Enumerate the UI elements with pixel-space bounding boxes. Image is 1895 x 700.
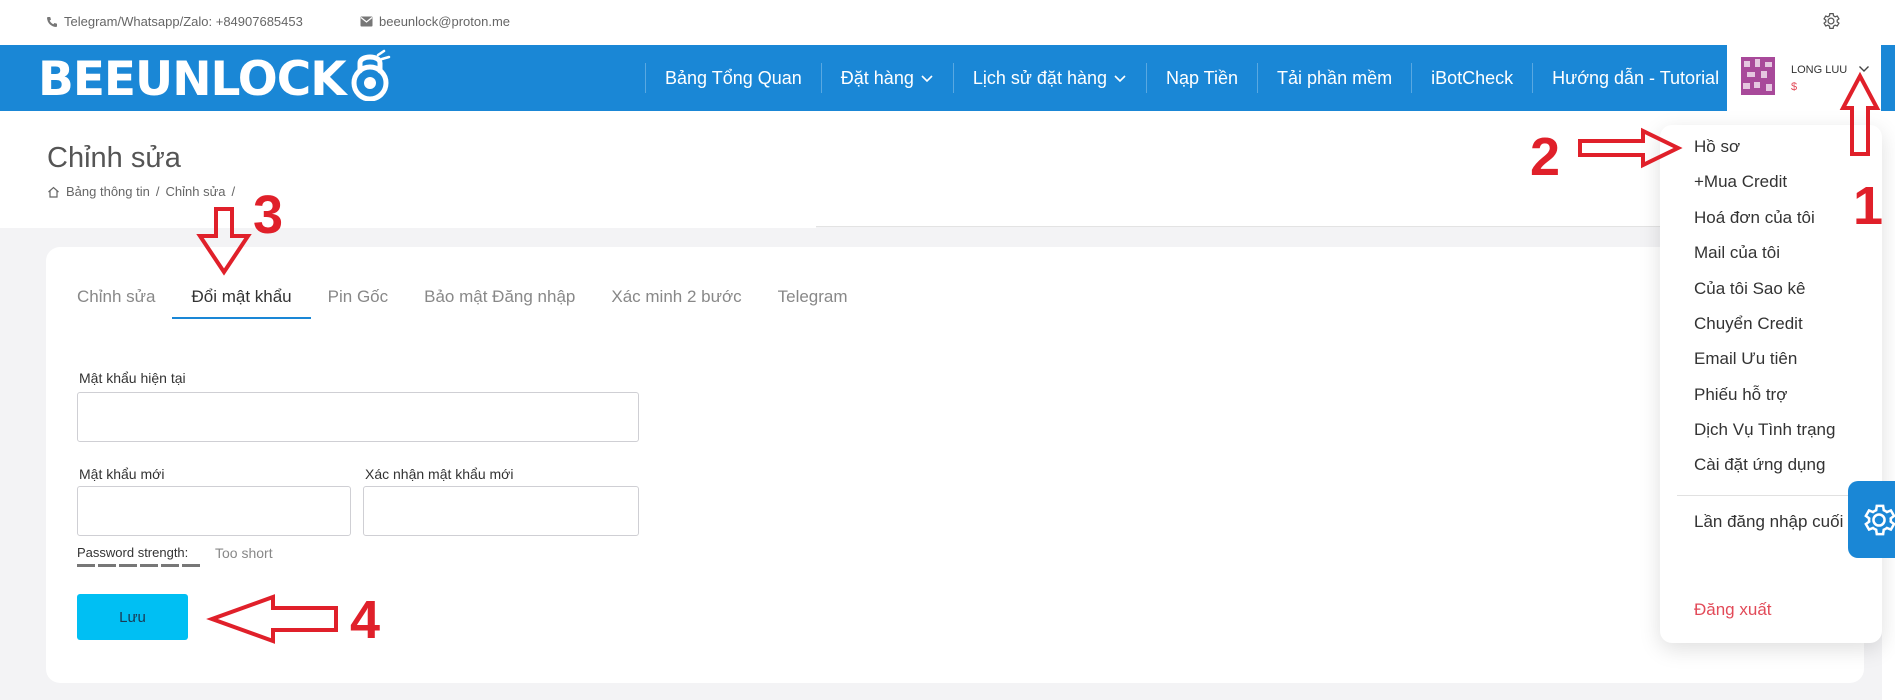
save-button[interactable]: Lưu	[77, 594, 188, 640]
nav-tutorial[interactable]: Hướng dẫn - Tutorial	[1532, 63, 1738, 93]
nav-top-up[interactable]: Nạp Tiền	[1145, 63, 1257, 93]
user-dropdown-menu	[1660, 125, 1882, 643]
menu-profile[interactable]: Hồ sơ	[1694, 137, 1740, 157]
nav-ibotcheck-label: iBotCheck	[1431, 67, 1514, 88]
nav-orders-label: Đặt hàng	[840, 67, 914, 88]
password-strength-meter	[77, 564, 200, 567]
page-right-edge	[1882, 111, 1895, 700]
menu-support-tickets[interactable]: Phiếu hỗ trợ	[1694, 385, 1787, 405]
tab-change-password[interactable]: Đổi mật khẩu	[172, 283, 311, 319]
chevron-down-icon	[921, 74, 933, 82]
chevron-down-icon	[1859, 66, 1869, 72]
new-password-input[interactable]	[77, 486, 351, 536]
home-icon[interactable]	[47, 186, 60, 198]
user-menu-toggle[interactable]: LONG LUU $	[1727, 45, 1881, 111]
menu-logout[interactable]: Đăng xuất	[1694, 600, 1772, 620]
confirm-password-input[interactable]	[363, 486, 639, 536]
menu-statement[interactable]: Của tôi Sao kê	[1694, 279, 1806, 299]
tab-edit[interactable]: Chỉnh sửa	[77, 283, 155, 319]
nav-tutorial-label: Hướng dẫn - Tutorial	[1552, 67, 1720, 88]
nav-orders[interactable]: Đặt hàng	[820, 63, 953, 93]
tab-two-step[interactable]: Xác minh 2 bước	[611, 283, 741, 319]
contact-email-text: beeunlock@proton.me	[379, 14, 510, 29]
new-password-label: Mật khẩu mới	[79, 466, 165, 482]
breadcrumb-current[interactable]: Chỉnh sửa	[165, 184, 225, 199]
menu-my-invoices[interactable]: Hoá đơn của tôi	[1694, 208, 1815, 228]
nav-ibotcheck[interactable]: iBotCheck	[1411, 63, 1532, 93]
password-strength-label: Password strength:	[77, 545, 189, 560]
phone-icon	[47, 16, 57, 27]
lock-icon	[351, 49, 390, 101]
top-contact-bar: Telegram/Whatsapp/Zalo: +84907685453 bee…	[0, 0, 1895, 45]
nav-menu: Bảng Tổng Quan Đặt hàng Lịch sử đặt hàng…	[645, 45, 1738, 111]
menu-service-status[interactable]: Dịch Vụ Tình trạng	[1694, 420, 1835, 440]
settings-fab[interactable]	[1848, 481, 1895, 558]
nav-dashboard-label: Bảng Tổng Quan	[665, 67, 802, 88]
contact-phone: Telegram/Whatsapp/Zalo: +84907685453	[46, 14, 303, 29]
nav-download-label: Tải phần mềm	[1277, 67, 1393, 88]
breadcrumb-home[interactable]: Bảng thông tin	[66, 184, 150, 199]
confirm-password-label: Xác nhận mật khẩu mới	[365, 466, 514, 482]
menu-transfer-credit[interactable]: Chuyển Credit	[1694, 314, 1803, 334]
nav-dashboard[interactable]: Bảng Tổng Quan	[645, 63, 821, 93]
menu-last-login: Lần đăng nhập cuối	[1694, 512, 1844, 531]
nav-download[interactable]: Tải phần mềm	[1257, 63, 1411, 93]
nav-top-up-label: Nạp Tiền	[1165, 67, 1239, 88]
envelope-icon	[360, 16, 373, 27]
user-credit: $	[1791, 81, 1798, 93]
menu-my-mail[interactable]: Mail của tôi	[1694, 243, 1780, 263]
contact-phone-text: Telegram/Whatsapp/Zalo: +84907685453	[64, 14, 303, 29]
breadcrumb-separator: /	[155, 184, 160, 199]
logo-text: BEEUNLOCK	[38, 51, 347, 107]
menu-buy-credit[interactable]: +Mua Credit	[1694, 172, 1787, 192]
nav-order-history-label: Lịch sử đặt hàng	[972, 67, 1107, 88]
current-password-input[interactable]	[77, 392, 639, 442]
page-title: Chỉnh sửa	[47, 142, 181, 174]
nav-order-history[interactable]: Lịch sử đặt hàng	[952, 63, 1146, 93]
menu-email-preferences[interactable]: Email Ưu tiên	[1694, 349, 1797, 369]
contact-email[interactable]: beeunlock@proton.me	[360, 14, 510, 29]
breadcrumb-separator: /	[231, 184, 236, 199]
avatar	[1741, 57, 1775, 95]
chevron-down-icon	[1114, 74, 1126, 82]
gear-icon[interactable]	[1821, 11, 1841, 31]
password-strength-value: Too short	[215, 545, 273, 561]
main-navbar: BEEUNLOCK Bảng Tổng Quan Đặt hàng Lịch s…	[0, 45, 1895, 111]
settings-tabs: Chỉnh sửa Đổi mật khẩu Pin Gốc Bảo mật Đ…	[77, 283, 884, 319]
menu-app-settings[interactable]: Cài đặt ứng dụng	[1694, 455, 1825, 475]
tab-login-security[interactable]: Bảo mật Đăng nhập	[424, 283, 575, 319]
tab-root-pin[interactable]: Pin Gốc	[328, 283, 388, 319]
user-name: LONG LUU	[1791, 64, 1848, 76]
gear-icon	[1864, 504, 1895, 536]
breadcrumb: Bảng thông tin / Chỉnh sửa /	[47, 184, 235, 199]
tab-telegram[interactable]: Telegram	[778, 283, 848, 319]
current-password-label: Mật khẩu hiện tại	[79, 370, 186, 386]
beeunlock-logo[interactable]: BEEUNLOCK	[38, 49, 392, 107]
